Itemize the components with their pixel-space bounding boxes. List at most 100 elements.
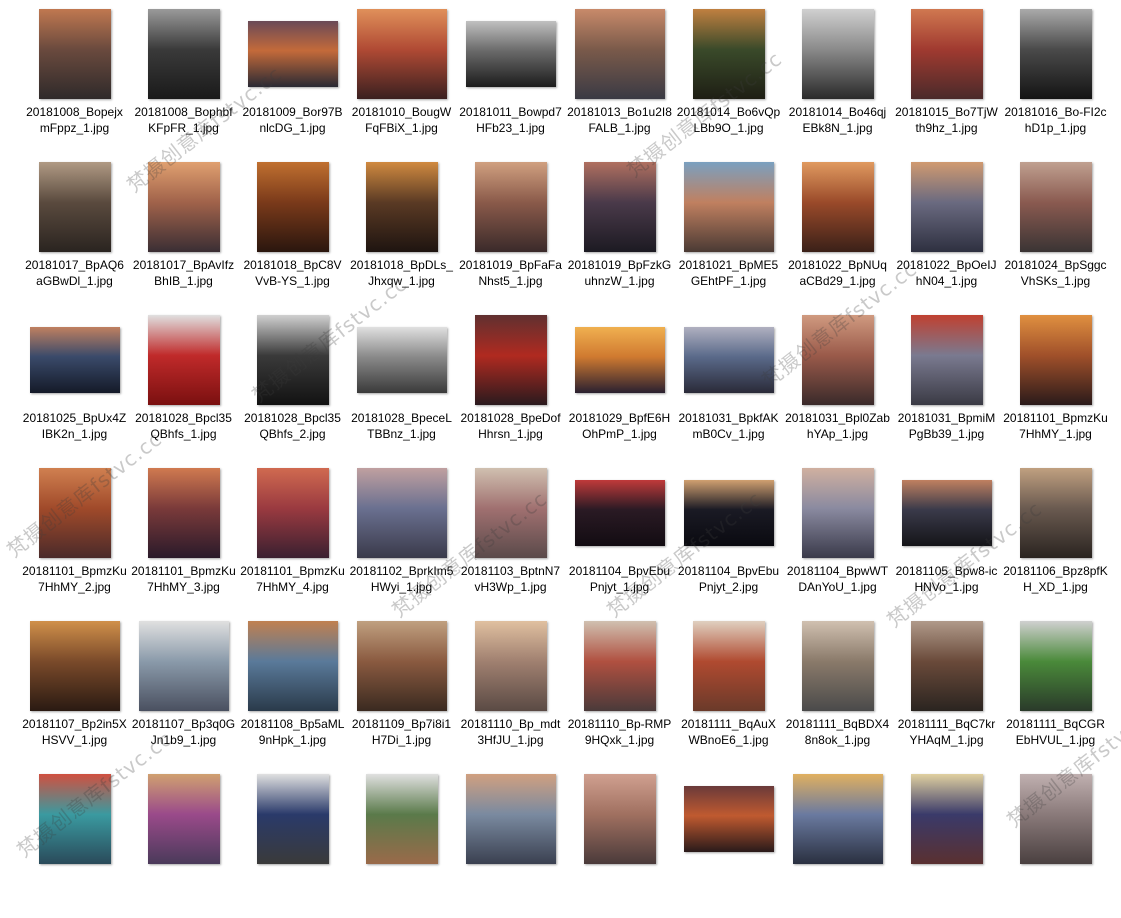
image-thumbnail[interactable]: [1020, 162, 1092, 252]
image-thumbnail[interactable]: [584, 162, 656, 252]
file-item[interactable]: 20181024_BpSggcVhSKs_1.jpg: [1001, 153, 1110, 306]
file-item[interactable]: [238, 765, 347, 918]
file-item[interactable]: 20181028_Bpcl35QBhfs_1.jpg: [129, 306, 238, 459]
file-item[interactable]: 20181018_BpDLs_Jhxqw_1.jpg: [347, 153, 456, 306]
image-thumbnail[interactable]: [357, 468, 447, 558]
file-item[interactable]: 20181025_BpUx4ZIBK2n_1.jpg: [20, 306, 129, 459]
file-item[interactable]: 20181031_BpmiMPgBb39_1.jpg: [892, 306, 1001, 459]
image-thumbnail[interactable]: [575, 9, 665, 99]
image-thumbnail[interactable]: [257, 315, 329, 405]
file-item[interactable]: 20181101_BpmzKu7HhMY_3.jpg: [129, 459, 238, 612]
file-item[interactable]: 20181028_BpeceLTBBnz_1.jpg: [347, 306, 456, 459]
file-item[interactable]: [674, 765, 783, 918]
image-thumbnail[interactable]: [248, 21, 338, 87]
file-item[interactable]: 20181031_Bpl0ZabhYAp_1.jpg: [783, 306, 892, 459]
file-item[interactable]: [20, 765, 129, 918]
file-item[interactable]: 20181011_Bowpd7HFb23_1.jpg: [456, 0, 565, 153]
image-thumbnail[interactable]: [248, 621, 338, 711]
file-item[interactable]: 20181028_BpeDofHhrsn_1.jpg: [456, 306, 565, 459]
image-thumbnail[interactable]: [148, 162, 220, 252]
image-thumbnail[interactable]: [466, 774, 556, 864]
file-item[interactable]: 20181110_Bp-RMP9HQxk_1.jpg: [565, 612, 674, 765]
file-item[interactable]: 20181009_Bor97BnlcDG_1.jpg: [238, 0, 347, 153]
file-item[interactable]: 20181109_Bp7i8i1H7Di_1.jpg: [347, 612, 456, 765]
image-thumbnail[interactable]: [475, 162, 547, 252]
image-thumbnail[interactable]: [1020, 315, 1092, 405]
file-item[interactable]: 20181111_BqC7krYHAqM_1.jpg: [892, 612, 1001, 765]
image-thumbnail[interactable]: [257, 774, 329, 864]
image-thumbnail[interactable]: [911, 162, 983, 252]
image-thumbnail[interactable]: [802, 9, 874, 99]
image-thumbnail[interactable]: [911, 621, 983, 711]
image-thumbnail[interactable]: [30, 621, 120, 711]
file-item[interactable]: 20181102_BprkIm5HWyi_1.jpg: [347, 459, 456, 612]
image-thumbnail[interactable]: [39, 162, 111, 252]
image-thumbnail[interactable]: [684, 480, 774, 546]
image-thumbnail[interactable]: [475, 315, 547, 405]
image-thumbnail[interactable]: [584, 621, 656, 711]
file-item[interactable]: 20181031_BpkfAKmB0Cv_1.jpg: [674, 306, 783, 459]
file-item[interactable]: [129, 765, 238, 918]
image-thumbnail[interactable]: [1020, 9, 1092, 99]
image-thumbnail[interactable]: [684, 327, 774, 393]
file-item[interactable]: 20181019_BpFzkGuhnzW_1.jpg: [565, 153, 674, 306]
file-item[interactable]: [892, 765, 1001, 918]
file-item[interactable]: 20181021_BpME5GEhtPF_1.jpg: [674, 153, 783, 306]
file-item[interactable]: 20181022_BpNUqaCBd29_1.jpg: [783, 153, 892, 306]
file-item[interactable]: 20181110_Bp_mdt3HfJU_1.jpg: [456, 612, 565, 765]
file-item[interactable]: 20181019_BpFaFaNhst5_1.jpg: [456, 153, 565, 306]
file-item[interactable]: 20181014_Bo6vQpLBb9O_1.jpg: [674, 0, 783, 153]
file-item[interactable]: 20181018_BpC8VVvB-YS_1.jpg: [238, 153, 347, 306]
image-thumbnail[interactable]: [575, 480, 665, 546]
image-thumbnail[interactable]: [911, 774, 983, 864]
image-thumbnail[interactable]: [148, 9, 220, 99]
image-thumbnail[interactable]: [575, 327, 665, 393]
file-item[interactable]: [347, 765, 456, 918]
file-item[interactable]: 20181111_BqCGREbHVUL_1.jpg: [1001, 612, 1110, 765]
image-thumbnail[interactable]: [802, 315, 874, 405]
image-thumbnail[interactable]: [1020, 621, 1092, 711]
file-item[interactable]: 20181101_BpmzKu7HhMY_4.jpg: [238, 459, 347, 612]
file-item[interactable]: 20181101_BpmzKu7HhMY_2.jpg: [20, 459, 129, 612]
file-item[interactable]: 20181108_Bp5aML9nHpk_1.jpg: [238, 612, 347, 765]
image-thumbnail[interactable]: [39, 9, 111, 99]
image-thumbnail[interactable]: [793, 774, 883, 864]
file-item[interactable]: 20181104_BpvEbuPnjyt_2.jpg: [674, 459, 783, 612]
file-item[interactable]: [456, 765, 565, 918]
image-thumbnail[interactable]: [1020, 468, 1092, 558]
image-thumbnail[interactable]: [802, 162, 874, 252]
file-item[interactable]: 20181101_BpmzKu7HhMY_1.jpg: [1001, 306, 1110, 459]
file-item[interactable]: 20181028_Bpcl35QBhfs_2.jpg: [238, 306, 347, 459]
file-item[interactable]: 20181014_Bo46qjEBk8N_1.jpg: [783, 0, 892, 153]
image-thumbnail[interactable]: [911, 315, 983, 405]
image-thumbnail[interactable]: [584, 774, 656, 864]
image-thumbnail[interactable]: [475, 621, 547, 711]
image-thumbnail[interactable]: [475, 468, 547, 558]
file-item[interactable]: 20181008_BophbfKFpFR_1.jpg: [129, 0, 238, 153]
file-item[interactable]: [1001, 765, 1110, 918]
image-thumbnail[interactable]: [911, 9, 983, 99]
file-item[interactable]: [565, 765, 674, 918]
image-thumbnail[interactable]: [257, 468, 329, 558]
file-item[interactable]: 20181008_BopejxmFppz_1.jpg: [20, 0, 129, 153]
image-thumbnail[interactable]: [802, 621, 874, 711]
image-thumbnail[interactable]: [802, 468, 874, 558]
image-thumbnail[interactable]: [139, 621, 229, 711]
file-item[interactable]: 20181105_Bpw8-icHNVo_1.jpg: [892, 459, 1001, 612]
image-thumbnail[interactable]: [148, 774, 220, 864]
image-thumbnail[interactable]: [39, 774, 111, 864]
file-item[interactable]: 20181022_BpOeIJhN04_1.jpg: [892, 153, 1001, 306]
image-thumbnail[interactable]: [693, 621, 765, 711]
image-thumbnail[interactable]: [148, 315, 220, 405]
file-item[interactable]: 20181104_BpwWTDAnYoU_1.jpg: [783, 459, 892, 612]
image-thumbnail[interactable]: [466, 21, 556, 87]
image-thumbnail[interactable]: [39, 468, 111, 558]
image-thumbnail[interactable]: [148, 468, 220, 558]
image-thumbnail[interactable]: [693, 9, 765, 99]
file-item[interactable]: 20181017_BpAvIfzBhIB_1.jpg: [129, 153, 238, 306]
image-thumbnail[interactable]: [257, 162, 329, 252]
file-item[interactable]: 20181106_Bpz8pfKH_XD_1.jpg: [1001, 459, 1110, 612]
file-item[interactable]: 20181017_BpAQ6aGBwDl_1.jpg: [20, 153, 129, 306]
file-item[interactable]: 20181013_Bo1u2I8FALB_1.jpg: [565, 0, 674, 153]
file-item[interactable]: [783, 765, 892, 918]
